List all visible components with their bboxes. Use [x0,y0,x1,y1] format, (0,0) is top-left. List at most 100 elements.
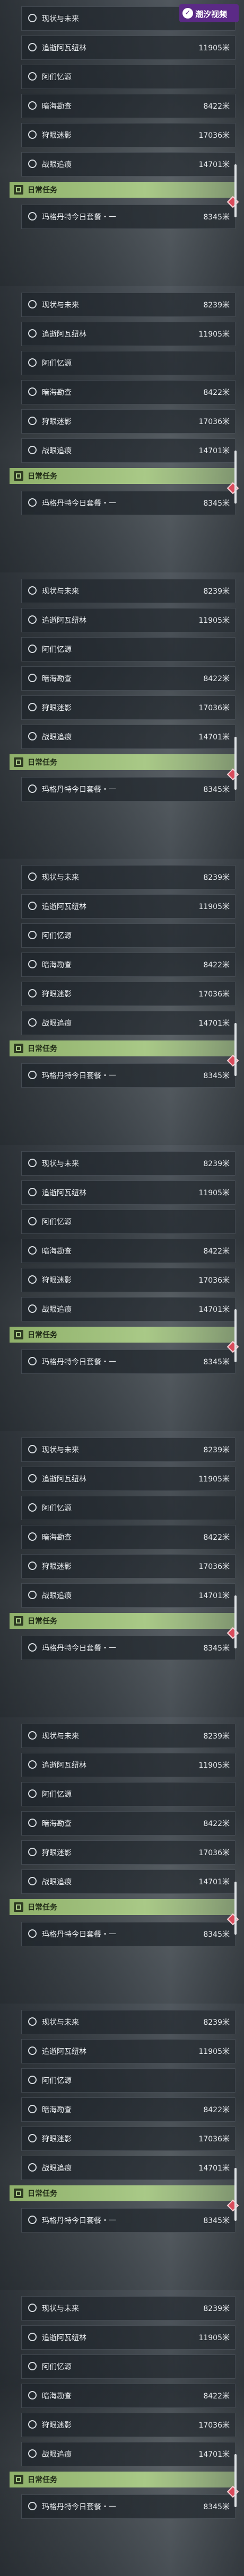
circle-check-icon[interactable] [28,2046,37,2055]
circle-check-icon[interactable] [28,586,37,595]
circle-check-icon[interactable] [28,300,37,308]
location-row[interactable]: 阿们忆源 [21,923,236,948]
circle-check-icon[interactable] [28,784,37,793]
location-row[interactable]: 暗海勘查 8422米 [21,2097,236,2122]
circle-check-icon[interactable] [28,2163,37,2172]
circle-check-icon[interactable] [28,417,37,425]
circle-check-icon[interactable] [28,130,37,139]
circle-check-icon[interactable] [28,101,37,110]
circle-check-icon[interactable] [28,2304,37,2312]
scrollbar-thumb[interactable] [234,164,237,217]
scrollbar-thumb[interactable] [234,737,237,790]
circle-check-icon[interactable] [28,1562,37,1570]
scrollbar-thumb[interactable] [234,1309,237,1362]
scrollbar-thumb[interactable] [234,1595,237,1648]
scrollbar-thumb[interactable] [234,2168,237,2221]
circle-check-icon[interactable] [28,1532,37,1541]
location-row[interactable]: 暗海勘查 8422米 [21,1811,236,1836]
daily-quest-row[interactable]: 玛格丹特今日套餐・一 8345米 [21,1913,239,1946]
location-row[interactable]: 狩眼迷影 17036米 [21,1554,236,1578]
circle-check-icon[interactable] [28,1929,37,1938]
circle-check-icon[interactable] [28,2076,37,2084]
location-row[interactable]: 阿们忆源 [21,1782,236,1806]
circle-check-icon[interactable] [28,498,37,507]
location-row[interactable]: 追逝阿瓦纽林 11905米 [21,1753,236,1777]
circle-check-icon[interactable] [28,1731,37,1740]
circle-check-icon[interactable] [28,1188,37,1196]
location-row[interactable]: 现状与未来 8239米 [21,293,236,317]
location-row[interactable]: 战眼追痕 14701米 [21,2442,236,2466]
location-row[interactable]: 战眼追痕 14701米 [21,1583,236,1608]
circle-check-icon[interactable] [28,674,37,682]
location-row[interactable]: 暗海勘查 8422米 [21,1239,236,1263]
location-row[interactable]: 阿们忆源 [21,1210,236,1234]
location-row[interactable]: 追逝阿瓦纽林 11905米 [21,894,236,919]
location-row[interactable]: 暗海勘查 8422米 [21,666,236,691]
circle-check-icon[interactable] [28,645,37,653]
location-row[interactable]: 暗海勘查 8422米 [21,952,236,977]
location-row[interactable]: 狩眼迷影 17036米 [21,1268,236,1292]
location-row[interactable]: 暗海勘查 8422米 [21,2384,236,2408]
circle-check-icon[interactable] [28,1643,37,1652]
circle-check-icon[interactable] [28,1445,37,1453]
daily-quest-row[interactable]: 玛格丹特今日套餐・一 8345米 [21,196,239,229]
circle-check-icon[interactable] [28,329,37,338]
location-row[interactable]: 狩眼迷影 17036米 [21,982,236,1006]
location-row[interactable]: 追逝阿瓦纽林 11905米 [21,36,236,60]
circle-check-icon[interactable] [28,703,37,711]
daily-quest-row[interactable]: 玛格丹特今日套餐・一 8345米 [21,1627,239,1660]
circle-check-icon[interactable] [28,1760,37,1769]
location-row[interactable]: 阿们忆源 [21,2068,236,2093]
circle-check-icon[interactable] [28,2216,37,2224]
circle-check-icon[interactable] [28,2391,37,2399]
location-row[interactable]: 追逝阿瓦纽林 11905米 [21,608,236,632]
scrollbar-thumb[interactable] [234,2454,237,2507]
circle-check-icon[interactable] [28,1275,37,1284]
location-row[interactable]: 暗海勘查 8422米 [21,1525,236,1549]
location-row[interactable]: 追逝阿瓦纽林 11905米 [21,1467,236,1491]
location-row[interactable]: 战眼追痕 14701米 [21,1011,236,1035]
location-row[interactable]: 现状与未来 8239米 [21,1151,236,1176]
circle-check-icon[interactable] [28,1789,37,1798]
location-row[interactable]: 狩眼迷影 17036米 [21,1840,236,1865]
location-row[interactable]: 追逝阿瓦纽林 11905米 [21,1180,236,1205]
circle-check-icon[interactable] [28,2449,37,2458]
location-row[interactable]: 现状与未来 8239米 [21,1724,236,1748]
circle-check-icon[interactable] [28,732,37,740]
circle-check-icon[interactable] [28,43,37,51]
location-row[interactable]: 现状与未来 8239米 [21,1437,236,1462]
circle-check-icon[interactable] [28,387,37,396]
circle-check-icon[interactable] [28,2502,37,2510]
circle-check-icon[interactable] [28,615,37,624]
circle-check-icon[interactable] [28,960,37,968]
circle-check-icon[interactable] [28,160,37,168]
circle-check-icon[interactable] [28,902,37,910]
circle-check-icon[interactable] [28,1246,37,1255]
circle-check-icon[interactable] [28,1018,37,1027]
circle-check-icon[interactable] [28,2362,37,2370]
location-row[interactable]: 追逝阿瓦纽林 11905米 [21,2325,236,2350]
daily-quest-row[interactable]: 玛格丹特今日套餐・一 8345米 [21,2199,239,2233]
circle-check-icon[interactable] [28,2105,37,2113]
location-row[interactable]: 战眼追痕 14701米 [21,1869,236,1894]
location-row[interactable]: 战眼追痕 14701米 [21,1297,236,1321]
daily-quest-row[interactable]: 玛格丹特今日套餐・一 8345米 [21,482,239,515]
location-row[interactable]: 现状与未来 8239米 [21,2296,236,2321]
location-row[interactable]: 狩眼迷影 17036米 [21,2127,236,2151]
circle-check-icon[interactable] [28,2017,37,2026]
circle-check-icon[interactable] [28,1591,37,1599]
location-row[interactable]: 阿们忆源 [21,1496,236,1520]
circle-check-icon[interactable] [28,1217,37,1225]
circle-check-icon[interactable] [28,72,37,81]
location-row[interactable]: 狩眼迷影 17036米 [21,123,236,147]
location-row[interactable]: 现状与未来 8239米 [21,865,236,889]
location-row[interactable]: 阿们忆源 [21,2354,236,2379]
daily-quest-row[interactable]: 玛格丹特今日套餐・一 8345米 [21,2485,239,2519]
circle-check-icon[interactable] [28,2134,37,2142]
circle-check-icon[interactable] [28,872,37,881]
daily-quest-row[interactable]: 玛格丹特今日套餐・一 8345米 [21,1054,239,1088]
location-row[interactable]: 阿们忆源 [21,351,236,375]
circle-check-icon[interactable] [28,2420,37,2429]
circle-check-icon[interactable] [28,1503,37,1512]
scrollbar-thumb[interactable] [234,1023,237,1076]
